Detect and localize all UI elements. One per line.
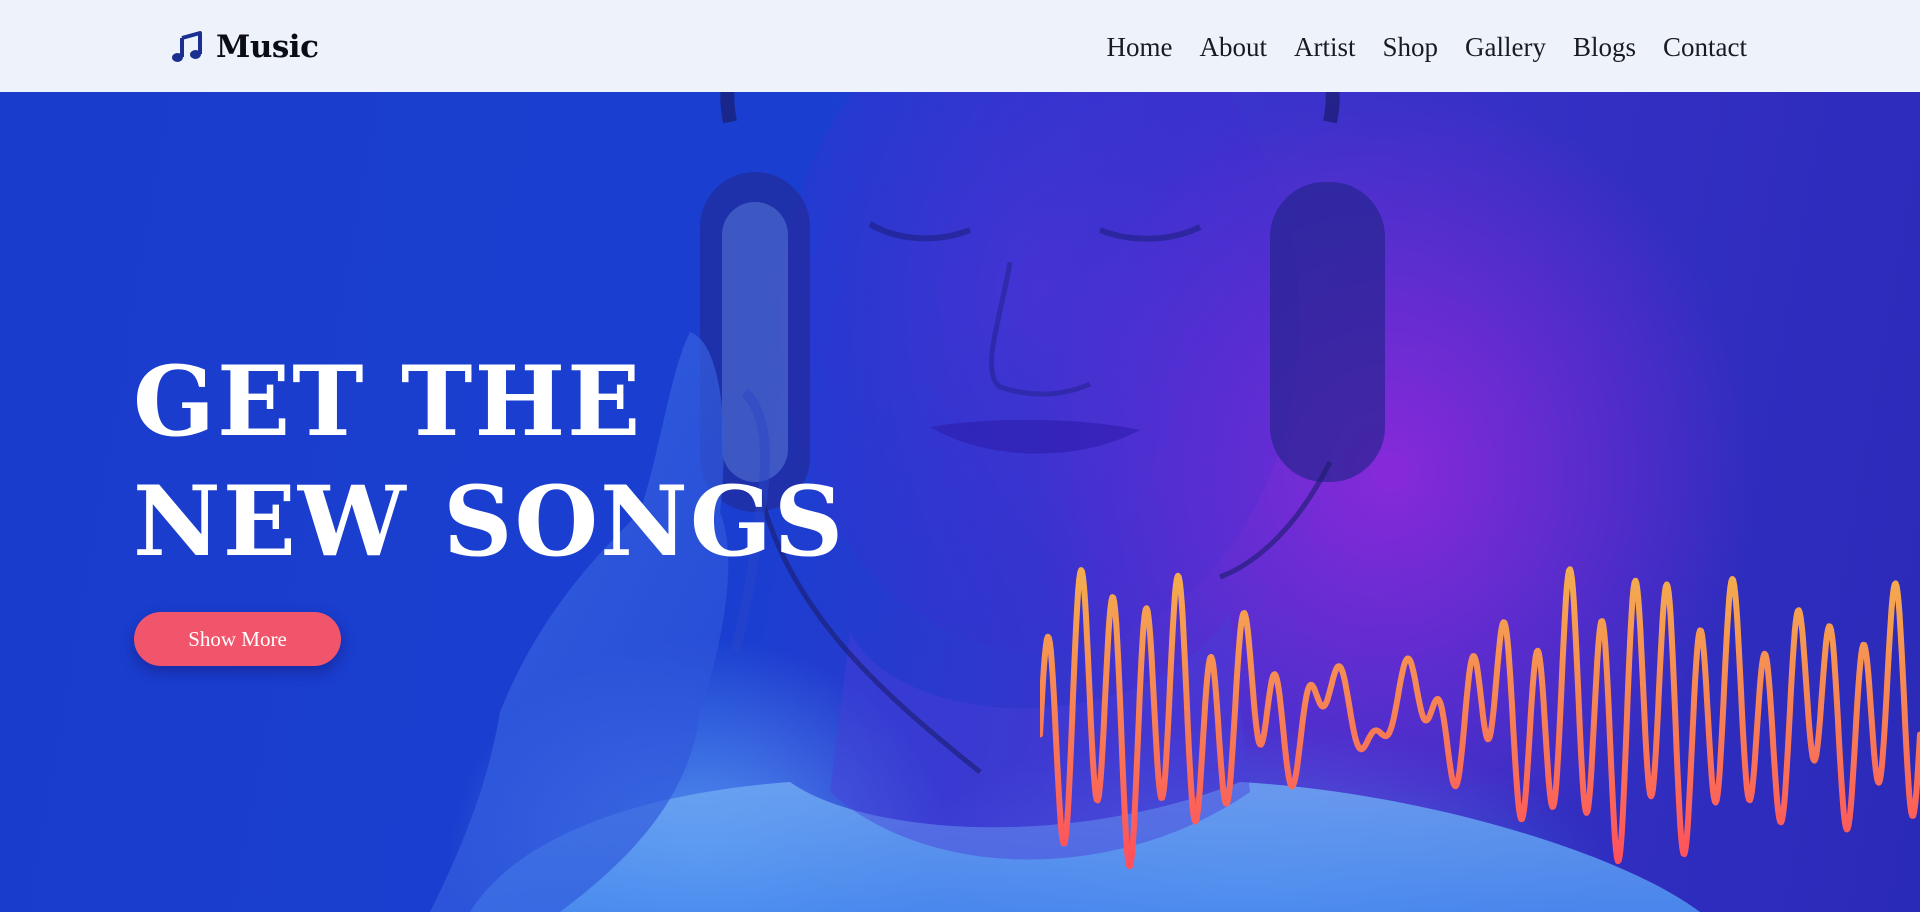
nav-link-artist[interactable]: Artist	[1294, 32, 1356, 63]
nav-link-home[interactable]: Home	[1106, 32, 1172, 63]
hero-title: GET THE NEW SONGS	[133, 342, 1033, 582]
nav-link-blogs[interactable]: Blogs	[1573, 32, 1636, 63]
sound-wave-graphic	[1040, 566, 1920, 870]
hero-section: GET THE NEW SONGS Show More	[0, 92, 1920, 912]
nav-link-contact[interactable]: Contact	[1663, 32, 1747, 63]
show-more-button[interactable]: Show More	[134, 612, 341, 666]
hero-title-line-1: GET THE	[133, 345, 643, 458]
nav-link-shop[interactable]: Shop	[1382, 32, 1438, 63]
music-note-icon	[172, 31, 202, 62]
nav-link-about[interactable]: About	[1199, 32, 1267, 63]
brand-logo[interactable]: Music	[170, 26, 319, 68]
nav-link-gallery[interactable]: Gallery	[1465, 32, 1546, 63]
hero-title-line-2: NEW SONGS	[133, 465, 846, 578]
main-nav: Home About Artist Shop Gallery Blogs Con…	[1106, 26, 1747, 68]
navbar: Music Home About Artist Shop Gallery Blo…	[0, 0, 1920, 92]
brand-name: Music	[216, 29, 319, 65]
